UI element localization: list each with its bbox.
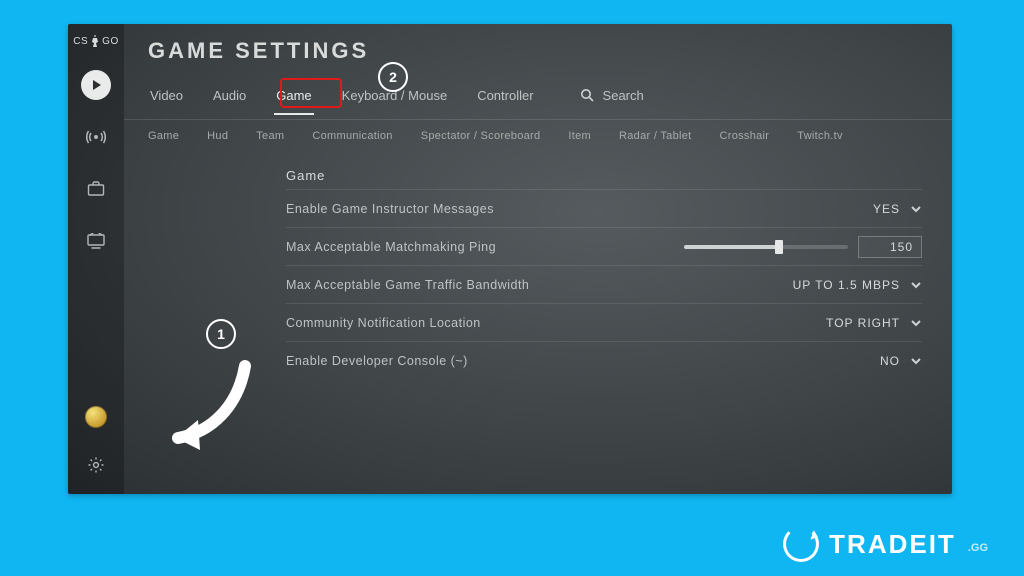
tab-audio[interactable]: Audio <box>211 82 248 109</box>
section-title: Game <box>286 168 922 183</box>
search-icon <box>580 88 595 103</box>
sidebar-coin-icon[interactable] <box>85 406 107 428</box>
row-label: Max Acceptable Matchmaking Ping <box>286 240 496 254</box>
sidebar-settings-icon[interactable] <box>81 450 111 480</box>
subtab-crosshair[interactable]: Crosshair <box>720 130 770 142</box>
sidebar-inventory-icon[interactable] <box>81 174 111 204</box>
chevron-down-icon <box>910 317 922 329</box>
dropdown-value: UP TO 1.5 MBPS <box>793 278 900 292</box>
chevron-down-icon <box>910 279 922 291</box>
row-matchmaking-ping: Max Acceptable Matchmaking Ping 150 <box>286 227 922 265</box>
section-game: Game Enable Game Instructor Messages YES… <box>286 150 922 379</box>
tab-controller[interactable]: Controller <box>475 82 535 109</box>
watermark-icon <box>783 526 819 562</box>
row-developer-console: Enable Developer Console (~) NO <box>286 341 922 379</box>
logo-suffix: GO <box>102 36 119 47</box>
row-traffic-bandwidth: Max Acceptable Game Traffic Bandwidth UP… <box>286 265 922 303</box>
subtab-game[interactable]: Game <box>148 130 179 142</box>
ping-slider[interactable] <box>684 245 848 249</box>
sidebar: CS GO <box>68 24 124 494</box>
sidebar-watch-icon[interactable] <box>81 226 111 256</box>
sidebar-broadcast-icon[interactable] <box>81 122 111 152</box>
subtab-team[interactable]: Team <box>256 130 284 142</box>
chevron-down-icon <box>910 355 922 367</box>
dropdown-value: YES <box>873 202 900 216</box>
dropdown-value: TOP RIGHT <box>826 316 900 330</box>
page-title: GAME SETTINGS <box>148 38 928 64</box>
row-value-dropdown[interactable]: TOP RIGHT <box>826 316 922 330</box>
subtab-twitch[interactable]: Twitch.tv <box>797 130 843 142</box>
subtab-spectator[interactable]: Spectator / Scoreboard <box>421 130 541 142</box>
row-value-dropdown[interactable]: NO <box>880 354 922 368</box>
subtab-item[interactable]: Item <box>568 130 591 142</box>
watermark-suffix: .GG <box>968 542 988 554</box>
logo-figure-icon <box>90 34 100 48</box>
row-label: Enable Developer Console (~) <box>286 354 468 368</box>
watermark-text: TRADEIT <box>829 529 956 560</box>
watermark: TRADEIT .GG <box>783 526 988 562</box>
tab-keyboard-mouse[interactable]: Keyboard / Mouse <box>340 82 450 109</box>
row-instructor-messages: Enable Game Instructor Messages YES <box>286 189 922 227</box>
tab-game[interactable]: Game <box>274 82 313 109</box>
row-value-dropdown[interactable]: UP TO 1.5 MBPS <box>793 278 922 292</box>
secondary-tabs: Game Hud Team Communication Spectator / … <box>148 120 928 150</box>
search-label: Search <box>603 88 644 103</box>
row-value-slider: 150 <box>684 236 922 258</box>
sidebar-play-button[interactable] <box>81 70 111 100</box>
tab-video[interactable]: Video <box>148 82 185 109</box>
primary-tabs: Video Audio Game Keyboard / Mouse Contro… <box>148 82 928 109</box>
row-notification-location: Community Notification Location TOP RIGH… <box>286 303 922 341</box>
settings-search[interactable]: Search <box>580 88 644 103</box>
subtab-radar[interactable]: Radar / Tablet <box>619 130 691 142</box>
row-label: Max Acceptable Game Traffic Bandwidth <box>286 278 529 292</box>
subtab-hud[interactable]: Hud <box>207 130 228 142</box>
row-label: Community Notification Location <box>286 316 481 330</box>
logo-prefix: CS <box>73 36 88 47</box>
row-value-dropdown[interactable]: YES <box>873 202 922 216</box>
settings-window: CS GO GAME SETTINGS Video Audio Game Key <box>68 24 952 494</box>
chevron-down-icon <box>910 203 922 215</box>
row-label: Enable Game Instructor Messages <box>286 202 494 216</box>
subtab-communication[interactable]: Communication <box>312 130 392 142</box>
main-panel: GAME SETTINGS Video Audio Game Keyboard … <box>124 24 952 494</box>
ping-input[interactable]: 150 <box>858 236 922 258</box>
game-logo: CS GO <box>73 34 118 48</box>
dropdown-value: NO <box>880 354 900 368</box>
